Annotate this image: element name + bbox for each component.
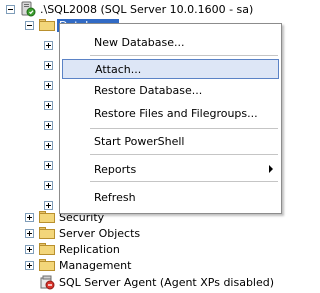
server-objects-node[interactable]: Server Objects	[25, 225, 140, 241]
menu-separator	[90, 154, 278, 155]
management-label: Management	[59, 258, 132, 272]
menu-item-attach[interactable]: Attach...	[62, 59, 279, 79]
menu-separator	[90, 181, 278, 182]
folder-icon	[39, 243, 55, 255]
expand-toggle[interactable]	[44, 180, 53, 190]
database-item-1[interactable]	[44, 37, 53, 53]
menu-separator	[90, 55, 278, 56]
database-item-3[interactable]	[44, 77, 53, 93]
menu-item-label: Restore Database...	[94, 83, 203, 97]
menu-item-start-powershell[interactable]: Start PowerShell	[62, 131, 279, 151]
menu-item-refresh[interactable]: Refresh	[62, 187, 279, 207]
menu-item-label: New Database...	[94, 35, 185, 49]
expand-toggle[interactable]	[44, 140, 53, 150]
database-item-7[interactable]	[44, 157, 53, 173]
expand-toggle[interactable]	[25, 228, 34, 238]
server-objects-label: Server Objects	[59, 226, 141, 240]
folder-icon	[39, 19, 55, 31]
expand-toggle[interactable]	[25, 212, 34, 222]
expand-toggle[interactable]	[25, 244, 34, 254]
expand-toggle[interactable]	[44, 40, 53, 50]
replication-label: Replication	[59, 242, 120, 256]
server-node[interactable]: .\SQL2008 (SQL Server 10.0.1600 - sa)	[6, 1, 253, 17]
sql-agent-icon	[39, 274, 55, 290]
management-node[interactable]: Management	[25, 257, 131, 273]
databases-context-menu: New Database... Attach... Restore Databa…	[59, 23, 282, 214]
expand-toggle[interactable]	[44, 100, 53, 110]
database-item-5[interactable]	[44, 117, 53, 133]
server-icon	[20, 1, 36, 17]
replication-node[interactable]: Replication	[25, 241, 120, 257]
menu-separator	[90, 128, 278, 129]
folder-icon	[39, 227, 55, 239]
expand-toggle[interactable]	[44, 160, 53, 170]
database-item-8[interactable]	[44, 177, 53, 193]
collapse-server-toggle[interactable]	[6, 4, 15, 14]
menu-item-restore-files-filegroups[interactable]: Restore Files and Filegroups...	[62, 103, 279, 123]
expand-toggle[interactable]	[25, 260, 34, 270]
menu-item-label: Refresh	[94, 190, 136, 204]
menu-item-restore-database[interactable]: Restore Database...	[62, 80, 279, 100]
folder-icon	[39, 211, 55, 223]
collapse-databases-toggle[interactable]	[25, 20, 34, 30]
database-item-4[interactable]	[44, 97, 53, 113]
menu-item-label: Attach...	[95, 62, 142, 76]
menu-item-label: Start PowerShell	[94, 134, 185, 148]
submenu-arrow-icon	[269, 165, 273, 173]
database-item-2[interactable]	[44, 57, 53, 73]
menu-item-label: Restore Files and Filegroups...	[94, 106, 258, 120]
folder-icon	[39, 259, 55, 271]
expand-toggle[interactable]	[44, 60, 53, 70]
expand-toggle[interactable]	[44, 80, 53, 90]
sql-server-agent-node[interactable]: SQL Server Agent (Agent XPs disabled)	[34, 274, 274, 290]
menu-item-label: Reports	[94, 162, 137, 176]
expand-toggle[interactable]	[44, 120, 53, 130]
database-item-6[interactable]	[44, 137, 53, 153]
server-label: .\SQL2008 (SQL Server 10.0.1600 - sa)	[40, 2, 254, 16]
menu-item-new-database[interactable]: New Database...	[62, 32, 279, 52]
menu-item-reports[interactable]: Reports	[62, 159, 279, 179]
sql-server-agent-label: SQL Server Agent (Agent XPs disabled)	[59, 275, 275, 289]
